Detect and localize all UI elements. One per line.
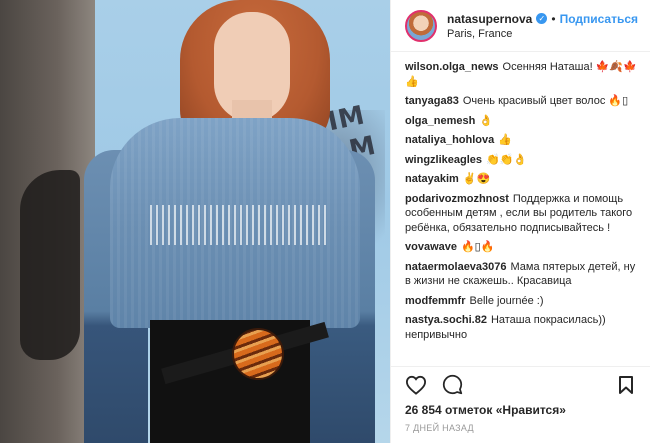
comment-username[interactable]: nataliya_hohlova xyxy=(405,134,494,146)
comment-item: nataliya_hohlova 👍 xyxy=(405,133,637,148)
location-link[interactable]: Paris, France xyxy=(447,28,638,40)
heart-icon[interactable] xyxy=(405,374,427,396)
comment-item: nastya.sochi.82 Наташа покрасилась)) непр… xyxy=(405,313,637,342)
graffiti-wall-left xyxy=(0,0,95,443)
bookmark-icon-svg xyxy=(619,375,633,394)
comment-item: nataermolaeva3076 Мама пятерых детей, ну … xyxy=(405,260,637,289)
comment-username[interactable]: nastya.sochi.82 xyxy=(405,314,487,326)
comment-item: vovawave 🔥▯🔥 xyxy=(405,240,637,255)
comment-item: podarivozmozhnost Поддержка и помощь особ… xyxy=(405,192,637,236)
comment-text: 👍 xyxy=(498,134,512,146)
comment-text: 👌 xyxy=(479,114,494,127)
belt-buckle xyxy=(232,328,284,380)
username-link[interactable]: natasupernova xyxy=(447,12,532,26)
heart-icon-svg xyxy=(405,375,427,395)
comment-item: wingzlikeagles 👏👏👌 xyxy=(405,153,637,168)
verified-badge-icon: ✓ xyxy=(536,13,548,24)
comment-username[interactable]: vovawave xyxy=(405,241,457,253)
comment-item: olga_nemesh 👌 xyxy=(405,114,637,129)
header-top-row: natasupernova ✓ • Подписаться xyxy=(447,12,638,26)
comment-username[interactable]: olga_nemesh xyxy=(405,115,475,127)
instagram-post: GRIM TEAM natasupernova ✓ • Подписаться … xyxy=(0,0,650,443)
likes-count[interactable]: 26 854 отметок «Нравится» xyxy=(405,403,566,417)
comment-username[interactable]: nataermolaeva3076 xyxy=(405,261,507,273)
comment-icon-svg xyxy=(442,374,462,395)
comment-icon[interactable] xyxy=(441,374,463,396)
comments-list[interactable]: wilson.olga_news Осенняя Наташа! 🍁🍂🍁👍 tan… xyxy=(391,52,650,366)
comment-text: 🔥▯🔥 xyxy=(460,241,495,253)
comment-username[interactable]: podarivozmozhnost xyxy=(405,193,509,205)
post-header: natasupernova ✓ • Подписаться Paris, Fra… xyxy=(391,0,650,52)
comment-username[interactable]: natayakim xyxy=(405,173,459,185)
post-side-panel: natasupernova ✓ • Подписаться Paris, Fra… xyxy=(390,0,650,443)
comment-item: natayakim ✌️😍 xyxy=(405,172,637,187)
comment-item: modfemmfr Belle journée :) xyxy=(405,294,637,309)
comment-text: Belle journée :) xyxy=(469,294,544,307)
comment-text: 👏👏👌 xyxy=(486,153,528,166)
comment-text: ✌️😍 xyxy=(462,173,491,185)
follow-button[interactable]: Подписаться xyxy=(560,12,638,26)
comment-item: tanyaga83 Очень красивый цвет волос 🔥▯ xyxy=(405,94,637,109)
comment-text: Очень красивый цвет волос 🔥▯ xyxy=(462,95,629,107)
post-photo[interactable]: GRIM TEAM xyxy=(0,0,390,443)
header-separator: • xyxy=(551,11,556,26)
comment-username[interactable]: tanyaga83 xyxy=(405,95,459,107)
comment-username[interactable]: wilson.olga_news xyxy=(405,61,499,73)
comment-username[interactable]: wingzlikeagles xyxy=(405,154,482,166)
post-actions-bar xyxy=(391,366,650,402)
bookmark-icon[interactable] xyxy=(615,374,637,396)
comment-username[interactable]: modfemmfr xyxy=(405,295,466,307)
post-timestamp[interactable]: 7 ДНЕЙ НАЗАД xyxy=(405,423,474,433)
header-text: natasupernova ✓ • Подписаться Paris, Fra… xyxy=(447,12,638,40)
jacket-fringe xyxy=(150,205,330,245)
avatar[interactable] xyxy=(405,9,437,42)
comment-item: wilson.olga_news Осенняя Наташа! 🍁🍂🍁👍 xyxy=(405,60,637,89)
